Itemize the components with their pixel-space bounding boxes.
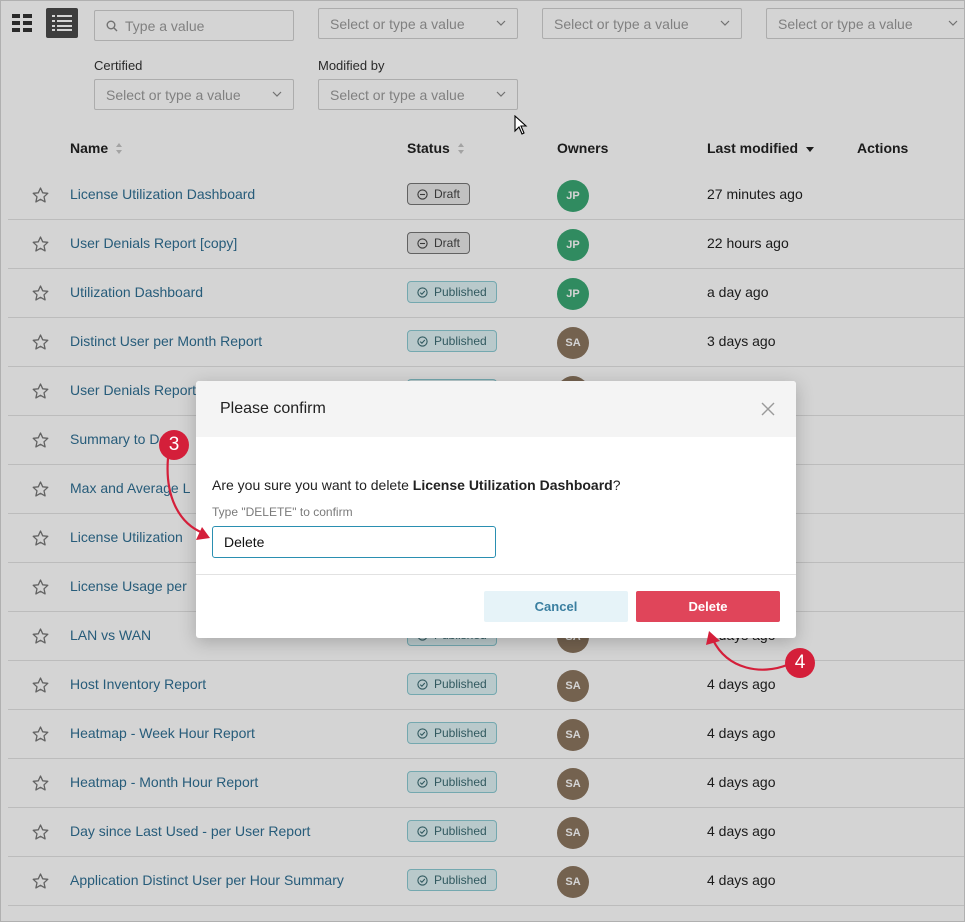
- close-icon: [761, 402, 775, 416]
- dialog-divider: [196, 574, 796, 575]
- question-suffix: ?: [612, 477, 621, 493]
- delete-button[interactable]: Delete: [636, 591, 780, 622]
- dialog-title: Please confirm: [220, 400, 326, 417]
- question-prefix: Are you sure you want to delete: [212, 477, 413, 493]
- confirm-field-label: Type "DELETE" to confirm: [212, 505, 353, 519]
- cancel-button[interactable]: Cancel: [484, 591, 628, 622]
- delete-question: Are you sure you want to delete License …: [212, 477, 621, 493]
- question-item-name: License Utilization Dashboard: [412, 477, 613, 493]
- dialog-header: Please confirm: [196, 381, 796, 437]
- confirm-delete-input[interactable]: [212, 526, 496, 558]
- close-button[interactable]: [758, 399, 778, 419]
- confirm-dialog: Please confirm Are you sure you want to …: [196, 381, 796, 638]
